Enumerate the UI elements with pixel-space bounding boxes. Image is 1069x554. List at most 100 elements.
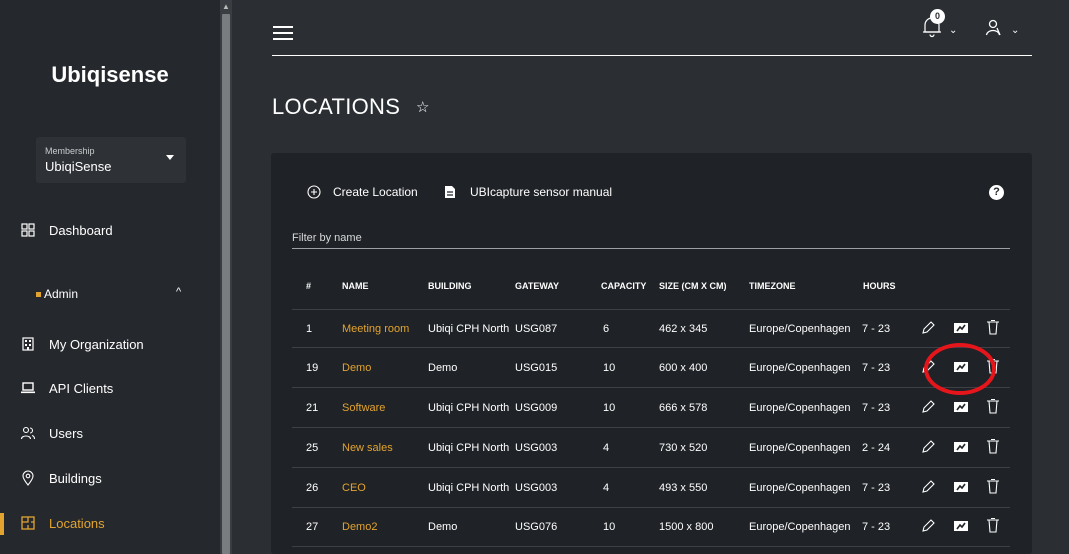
cell-building: Ubiqi CPH North [428,402,510,414]
cell-timezone: Europe/Copenhagen [749,442,851,454]
cell-capacity: 6 [603,323,610,335]
cell-hours: 7 - 23 [862,482,891,494]
capture-screen-icon[interactable] [953,479,969,495]
sidebar-item-locations[interactable]: Locations [0,509,220,539]
cell-capacity: 4 [603,442,610,454]
sidebar-item-buildings[interactable]: Buildings [0,464,220,494]
locations-card [271,153,1032,554]
table-divider [292,387,1010,388]
brand-logo: Ubiqisense [51,62,169,87]
dashboard-icon [21,223,35,237]
cell-size: 493 x 550 [659,482,708,494]
column-header-name[interactable]: NAME [342,281,369,291]
table-divider [292,347,1010,348]
chevron-down-icon[interactable]: ⌄ [949,25,957,36]
location-name-link[interactable]: Demo [342,362,371,374]
membership-value: UbiqiSense [45,159,112,174]
cell-gateway: USG003 [515,482,558,494]
table-divider [292,309,1010,310]
edit-pencil-icon[interactable] [920,439,936,455]
chevron-down-icon[interactable]: ⌄ [1011,25,1019,36]
column-header-size[interactable]: SIZE (CM X CM) [659,281,727,291]
cell-hours: 7 - 23 [862,362,891,374]
cell-size: 730 x 520 [659,442,708,454]
cell-building: Demo [428,362,458,374]
filter-underline [292,248,1010,249]
trash-icon[interactable] [985,517,1001,533]
trash-icon[interactable] [985,398,1001,414]
location-name-link[interactable]: Software [342,402,385,414]
column-header-id[interactable]: # [306,281,311,291]
column-header-building[interactable]: BUILDING [428,281,472,291]
table-divider [292,467,1010,468]
sidebar-item-my-organization[interactable]: My Organization [0,330,220,360]
edit-pencil-icon[interactable] [920,399,936,415]
trash-icon[interactable] [985,478,1001,494]
capture-screen-icon[interactable] [953,439,969,455]
filter-input[interactable]: Filter by name [292,232,362,244]
help-icon[interactable]: ? [989,185,1004,200]
cell-size: 666 x 578 [659,402,708,414]
cell-building: Ubiqi CPH North [428,323,510,335]
membership-select[interactable]: Membership UbiqiSense [36,137,186,183]
document-icon [445,186,455,198]
table-divider [292,427,1010,428]
cell-size: 462 x 345 [659,323,708,335]
sidebar-item-dashboard[interactable]: Dashboard [0,216,220,246]
cell-gateway: USG076 [515,521,558,533]
cell-hours: 7 - 23 [862,402,891,414]
sensor-manual-label: UBIcapture sensor manual [470,185,613,199]
column-header-hours[interactable]: HOURS [863,281,896,291]
column-header-capacity[interactable]: CAPACITY [601,281,646,291]
trash-icon[interactable] [985,438,1001,454]
scrollbar-thumb[interactable] [222,14,230,554]
cell-hours: 2 - 24 [862,442,891,454]
create-location-button[interactable]: Create Location [307,183,418,201]
sidebar-section-admin[interactable]: Admin [44,287,78,301]
star-favorite-icon[interactable]: ☆ [416,98,429,116]
cell-id: 21 [306,402,319,414]
location-name-link[interactable]: Meeting room [342,323,409,335]
sidebar-item-label: Users [49,426,83,441]
cell-capacity: 10 [603,521,616,533]
capture-screen-icon[interactable] [953,320,969,336]
edit-pencil-icon[interactable] [920,320,936,336]
location-name-link[interactable]: CEO [342,482,366,494]
cell-capacity: 10 [603,362,616,374]
edit-pencil-icon[interactable] [920,479,936,495]
sidebar-item-label: Dashboard [49,223,113,238]
sensor-manual-link[interactable]: UBIcapture sensor manual [444,183,612,201]
user-icon[interactable] [985,18,1005,38]
cell-id: 27 [306,521,319,533]
location-name-link[interactable]: New sales [342,442,393,454]
sidebar-item-label: API Clients [49,381,114,396]
topbar-divider [272,55,1032,56]
cell-building: Demo [428,521,458,533]
capture-screen-icon[interactable] [953,399,969,415]
caret-down-icon [166,155,174,160]
users-icon [20,426,36,440]
cell-size: 600 x 400 [659,362,708,374]
capture-screen-icon[interactable] [953,518,969,534]
location-name-link[interactable]: Demo2 [342,521,377,533]
table-divider [292,507,1010,508]
building-icon [22,337,34,351]
edit-pencil-icon[interactable] [920,518,936,534]
cell-timezone: Europe/Copenhagen [749,323,851,335]
sidebar-item-api-clients[interactable]: API Clients [0,374,220,404]
cell-building: Ubiqi CPH North [428,442,510,454]
trash-icon[interactable] [985,319,1001,335]
cell-building: Ubiqi CPH North [428,482,510,494]
sidebar-item-users[interactable]: Users [0,419,220,449]
cell-gateway: USG003 [515,442,558,454]
hamburger-menu-icon[interactable] [273,25,293,41]
scroll-up-arrow-icon[interactable]: ▲ [222,2,230,12]
column-header-gateway[interactable]: GATEWAY [515,281,559,291]
cell-hours: 7 - 23 [862,521,891,533]
chevron-up-icon[interactable]: ^ [176,286,181,298]
create-location-label: Create Location [333,185,418,199]
location-pin-icon [22,470,34,486]
table-divider [292,546,1010,547]
column-header-timezone[interactable]: TIMEZONE [749,281,796,291]
cell-gateway: USG087 [515,323,558,335]
